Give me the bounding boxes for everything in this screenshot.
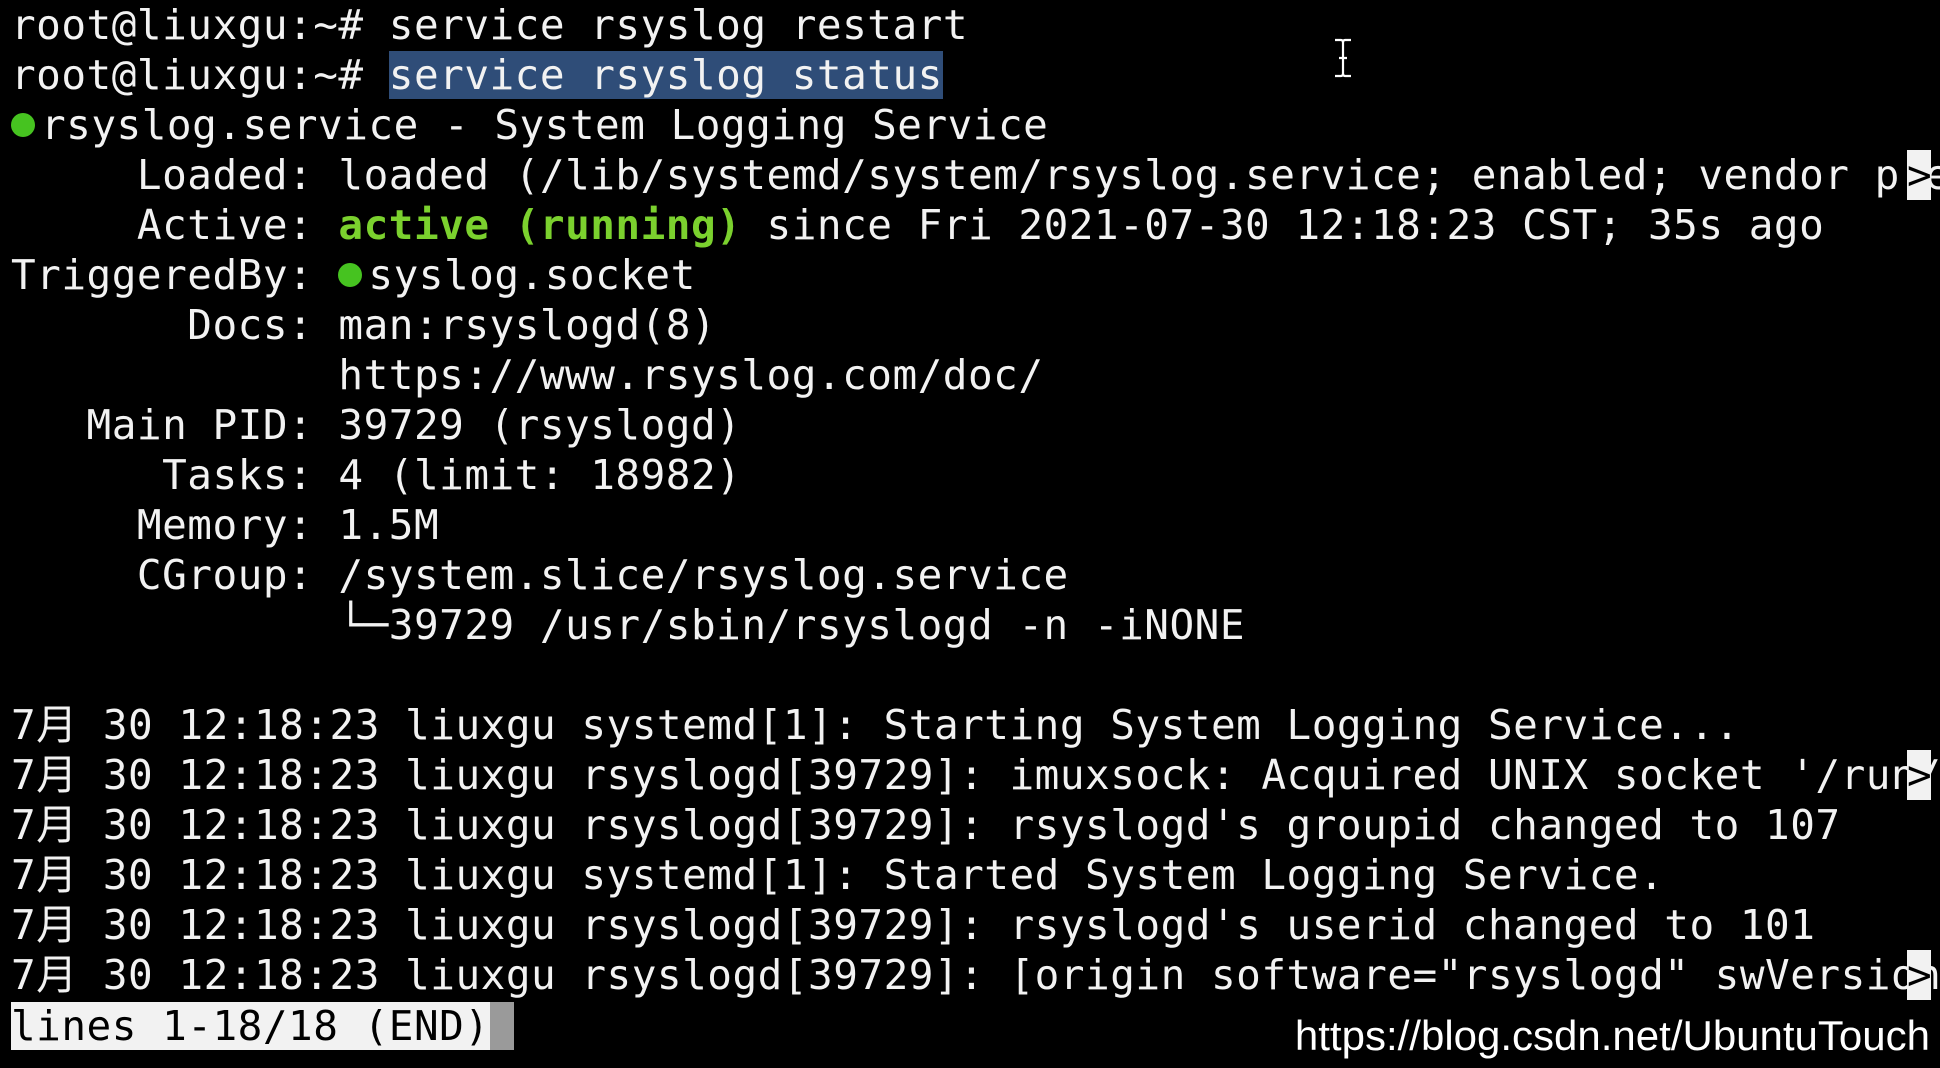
active-label: Active: bbox=[11, 201, 339, 249]
watermark: https://blog.csdn.net/UbuntuTouch bbox=[1294, 1012, 1930, 1059]
active-line: Active: active (running) since Fri 2021-… bbox=[11, 200, 1824, 250]
triggered-value: syslog.socket bbox=[368, 251, 696, 299]
text-cursor-icon bbox=[1335, 38, 1351, 78]
command-line-2: root@liuxgu:~# service rsyslog status bbox=[11, 50, 943, 100]
truncation-marker: > bbox=[1907, 950, 1933, 1000]
log-line: 7月 30 12:18:23 liuxgu systemd[1]: Starte… bbox=[11, 851, 1665, 899]
pager-status-bar: lines 1-18/18 (END) bbox=[11, 1002, 514, 1050]
triggered-line: TriggeredBy: syslog.socket bbox=[11, 250, 696, 300]
log-line-text: 7月 30 12:18:23 liuxgu rsyslogd[39729]: [… bbox=[11, 951, 1940, 999]
log-line: 7月 30 12:18:23 liuxgu rsyslogd[39729]: i… bbox=[11, 750, 1940, 800]
docs-value: man:rsyslogd(8) bbox=[338, 301, 717, 349]
main-pid-line: Main PID: 39729 (rsyslogd) bbox=[11, 401, 742, 449]
docs-line: Docs: man:rsyslogd(8) bbox=[11, 300, 716, 350]
prompt: root@liuxgu:~# bbox=[11, 1, 389, 49]
service-title-line: rsyslog.service - System Logging Service bbox=[11, 100, 1048, 150]
cgroup-line: CGroup: /system.slice/rsyslog.service bbox=[11, 551, 1069, 599]
command-status-selected[interactable]: service rsyslog status bbox=[388, 51, 943, 99]
tasks-line: Tasks: 4 (limit: 18982) bbox=[11, 451, 742, 499]
truncation-marker: > bbox=[1907, 150, 1933, 200]
service-title: rsyslog.service - System Logging Service bbox=[41, 101, 1049, 149]
truncation-marker: > bbox=[1907, 750, 1933, 800]
command-line-1: root@liuxgu:~# service rsyslog restart bbox=[11, 0, 968, 50]
log-line: 7月 30 12:18:23 liuxgu rsyslogd[39729]: r… bbox=[11, 801, 1841, 849]
docs-url-line: https://www.rsyslog.com/doc/ bbox=[11, 351, 1044, 399]
loaded-line: Loaded: loaded (/lib/systemd/system/rsys… bbox=[11, 150, 1940, 200]
cgroup-child-line: └─39729 /usr/sbin/rsyslogd -n -iNONE bbox=[11, 601, 1246, 649]
status-dot-icon bbox=[338, 263, 363, 287]
pager-status: lines 1-18/18 (END) bbox=[11, 1002, 490, 1050]
log-line: 7月 30 12:18:23 liuxgu rsyslogd[39729]: [… bbox=[11, 950, 1940, 1000]
docs-label: Docs: bbox=[11, 301, 339, 349]
loaded-label: Loaded: bbox=[11, 151, 339, 199]
triggered-label: TriggeredBy: bbox=[11, 251, 339, 299]
command-restart: service rsyslog restart bbox=[388, 1, 968, 49]
active-status: active (running) bbox=[338, 201, 742, 249]
log-line-text: 7月 30 12:18:23 liuxgu rsyslogd[39729]: i… bbox=[11, 751, 1940, 799]
prompt: root@liuxgu:~# bbox=[11, 51, 389, 99]
memory-line: Memory: 1.5M bbox=[11, 501, 440, 549]
loaded-value: loaded (/lib/systemd/system/rsyslog.serv… bbox=[338, 151, 1940, 199]
terminal-window[interactable]: root@liuxgu:~# service rsyslog restart r… bbox=[11, 0, 1940, 1068]
log-line: 7月 30 12:18:23 liuxgu rsyslogd[39729]: r… bbox=[11, 901, 1816, 949]
log-line: 7月 30 12:18:23 liuxgu systemd[1]: Starti… bbox=[11, 701, 1740, 749]
status-dot-icon bbox=[11, 113, 35, 137]
active-since: since Fri 2021-07-30 12:18:23 CST; 35s a… bbox=[741, 201, 1825, 249]
block-cursor bbox=[489, 1002, 514, 1050]
